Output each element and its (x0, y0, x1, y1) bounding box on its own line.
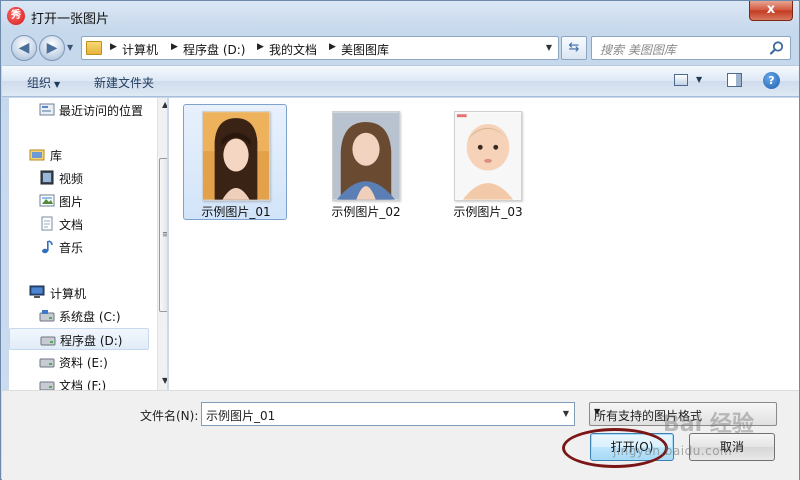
search-input[interactable]: 搜索 美图图库 (591, 36, 791, 60)
app-icon: 秀 (7, 7, 25, 25)
help-icon[interactable]: ? (763, 72, 780, 89)
breadcrumb-computer[interactable]: 计算机 (122, 41, 158, 58)
sidebar-item-label: 文档 (F:) (59, 379, 107, 390)
sidebar-item-label: 图片 (59, 195, 84, 209)
drive-icon (40, 336, 56, 346)
file-name: 示例图片_01 (201, 205, 271, 219)
filename-value: 示例图片_01 (206, 409, 276, 423)
chevron-down-icon[interactable]: ▼ (558, 403, 574, 425)
sidebar-item-music[interactable]: 音乐 (9, 236, 149, 258)
sidebar-item-label: 计算机 (50, 287, 87, 301)
watermark-logo: Bai 经验 (663, 412, 754, 437)
photo-thumbnail (202, 111, 270, 201)
document-icon (41, 216, 53, 231)
command-toolbar: 组织 ▼ 新建文件夹 ▼ ? (2, 65, 799, 97)
open-image-dialog: 秀 打开一张图片 x ◀ ▶ ▼ ▶ 计算机 ▶ 程序盘 (D:) ▶ 我的文档… (0, 0, 800, 480)
search-icon[interactable] (769, 40, 785, 56)
refresh-button[interactable]: ⇆ (561, 36, 587, 60)
sidebar-item-label: 系统盘 (C:) (59, 310, 121, 324)
sidebar-item-drive-e[interactable]: 资料 (E:) (9, 351, 149, 373)
folder-icon (86, 41, 102, 55)
window-title: 打开一张图片 (31, 12, 110, 27)
change-view-icon[interactable] (674, 74, 688, 86)
sidebar-item-drive-c[interactable]: 系统盘 (C:) (9, 305, 149, 327)
sidebar-item-libraries[interactable]: 库 (9, 144, 149, 166)
preview-pane-icon[interactable] (727, 73, 742, 87)
breadcrumb-arrow-icon[interactable]: ▶ (257, 42, 264, 52)
breadcrumb-arrow-icon[interactable]: ▶ (110, 42, 117, 52)
sidebar-item-label: 音乐 (59, 241, 84, 255)
filename-label: 文件名(N): (140, 409, 199, 423)
picture-icon (39, 194, 55, 207)
file-item-02[interactable]: 示例图片_02 (313, 104, 417, 220)
computer-icon (29, 285, 45, 298)
sidebar-item-pictures[interactable]: 图片 (9, 190, 149, 212)
file-item-03[interactable]: 示例图片_03 (435, 104, 539, 220)
new-folder-button[interactable]: 新建文件夹 (94, 74, 154, 91)
sidebar-item-drive-f[interactable]: 文档 (F:) (9, 374, 149, 390)
view-dropdown-icon[interactable]: ▼ (696, 75, 702, 84)
sidebar-item-label: 程序盘 (D:) (60, 334, 123, 348)
navigation-row: ◀ ▶ ▼ ▶ 计算机 ▶ 程序盘 (D:) ▶ 我的文档 ▶ 美图图库 ▼ ⇆… (1, 31, 799, 63)
scroll-up-icon[interactable]: ▲ (162, 100, 167, 109)
system-drive-icon (39, 310, 55, 322)
watermark-url: jingyan.baidu.com (613, 444, 733, 458)
address-bar[interactable]: ▶ 计算机 ▶ 程序盘 (D:) ▶ 我的文档 ▶ 美图图库 ▼ (81, 36, 559, 60)
file-item-01[interactable]: 示例图片_01 (183, 104, 287, 220)
breadcrumb-drive-d[interactable]: 程序盘 (D:) (183, 41, 245, 58)
video-icon (40, 170, 54, 185)
back-arrow-icon: ◀ (18, 40, 30, 56)
scroll-down-icon[interactable]: ▼ (162, 376, 167, 385)
forward-arrow-icon: ▶ (46, 40, 58, 56)
sidebar-item-recent-places[interactable]: 最近访问的位置 (9, 99, 149, 121)
forward-button[interactable]: ▶ (39, 35, 65, 61)
breadcrumb-current-folder[interactable]: 美图图库 (341, 41, 389, 58)
sidebar-item-label: 资料 (E:) (59, 356, 108, 370)
title-bar: 秀 打开一张图片 x (1, 1, 799, 31)
photo-thumbnail (332, 111, 400, 201)
drive-icon (39, 381, 55, 390)
scroll-grip-icon: ≡ (162, 230, 167, 240)
drive-icon (39, 358, 55, 368)
sidebar-item-label: 文档 (59, 218, 84, 232)
sidebar-item-computer[interactable]: 计算机 (9, 282, 149, 304)
sidebar-item-drive-d[interactable]: 程序盘 (D:) (9, 328, 149, 350)
file-name: 示例图片_02 (331, 205, 401, 219)
breadcrumb-arrow-icon[interactable]: ▶ (171, 42, 178, 52)
library-icon (29, 149, 45, 161)
music-icon (42, 240, 53, 254)
sidebar-item-label: 最近访问的位置 (59, 104, 144, 118)
filename-field[interactable]: 示例图片_01 ▼ (201, 402, 575, 426)
back-button[interactable]: ◀ (11, 35, 37, 61)
sidebar-item-label: 库 (50, 149, 63, 163)
close-button[interactable]: x (749, 1, 793, 21)
sidebar-item-documents[interactable]: 文档 (9, 213, 149, 235)
organize-label: 组织 (27, 76, 52, 90)
photo-thumbnail (454, 111, 522, 201)
chevron-down-icon: ▼ (54, 80, 61, 89)
organize-menu[interactable]: 组织 ▼ (27, 74, 60, 91)
recent-places-icon (39, 103, 55, 116)
file-name: 示例图片_03 (453, 205, 523, 219)
sidebar-item-label: 视频 (59, 172, 84, 186)
recent-locations-dropdown-icon[interactable]: ▼ (67, 43, 73, 52)
file-list[interactable]: 示例图片_01 示例图片_02 示例图片_03 (169, 98, 799, 390)
breadcrumb-my-documents[interactable]: 我的文档 (269, 41, 317, 58)
sidebar-item-videos[interactable]: 视频 (9, 167, 149, 189)
breadcrumb-arrow-icon[interactable]: ▶ (329, 42, 336, 52)
refresh-icon: ⇆ (568, 40, 580, 55)
sidebar-scrollbar[interactable]: ▲ ≡ ▼ (157, 98, 167, 390)
address-dropdown-icon[interactable]: ▼ (546, 43, 552, 52)
navigation-pane[interactable]: 最近访问的位置 库 视频 图片 文档 音乐 计算机 系统盘 (C:) 程序盘 (… (9, 98, 167, 390)
search-placeholder: 搜索 美图图库 (600, 43, 676, 57)
